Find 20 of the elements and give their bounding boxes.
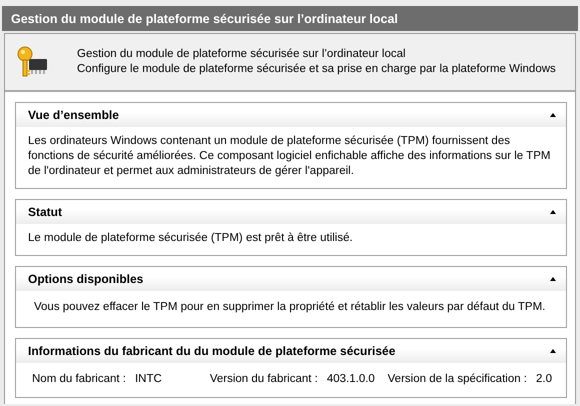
field-label: Version du fabricant :: [210, 373, 318, 385]
field-value: INTC: [134, 373, 162, 385]
field-label: Nom du fabricant :: [32, 373, 126, 385]
collapse-icon[interactable]: [550, 349, 556, 353]
section-title: Statut: [28, 205, 62, 219]
window-title: Gestion du module de plateforme sécurisée sur l’ordinateur local: [2, 6, 578, 31]
header-title: Gestion du module de plateforme sécurisée sur l’ordinateur local: [77, 47, 407, 62]
field-label: Version de la spécification :: [388, 373, 527, 385]
collapse-icon[interactable]: [550, 113, 556, 117]
section-text: Les ordinateurs Windows contenant un module de plateforme sécurisée (TPM) fournissent des fonctions de sécurité améliorées. Ce composant logiciel enfichable affiche des informations sur le TPM de l'ordinateur et permet aux administrateurs de gérer l'appareil.: [28, 134, 552, 179]
field-value: 403.1.0.0: [326, 373, 375, 385]
section-text: Le module de plateforme sécurisée (TPM) est prêt à être utilisé.: [28, 231, 354, 246]
section-text: Vous pouvez effacer le TPM pour en supprimer la propriété et rétablir les valeurs par défaut du TPM.: [34, 300, 546, 315]
collapse-icon[interactable]: [550, 210, 556, 214]
section-title: Options disponibles: [28, 272, 144, 286]
header-subtitle: Configure le module de plateforme sécurisée et sa prise en charge par la plateforme Windows: [77, 62, 556, 77]
collapse-icon[interactable]: [550, 277, 556, 281]
field-value: 2.0: [536, 373, 552, 385]
section-title: Vue d’ensemble: [28, 108, 119, 122]
section-title: Informations du fabricant du du module de plateforme sécurisée: [28, 344, 396, 358]
